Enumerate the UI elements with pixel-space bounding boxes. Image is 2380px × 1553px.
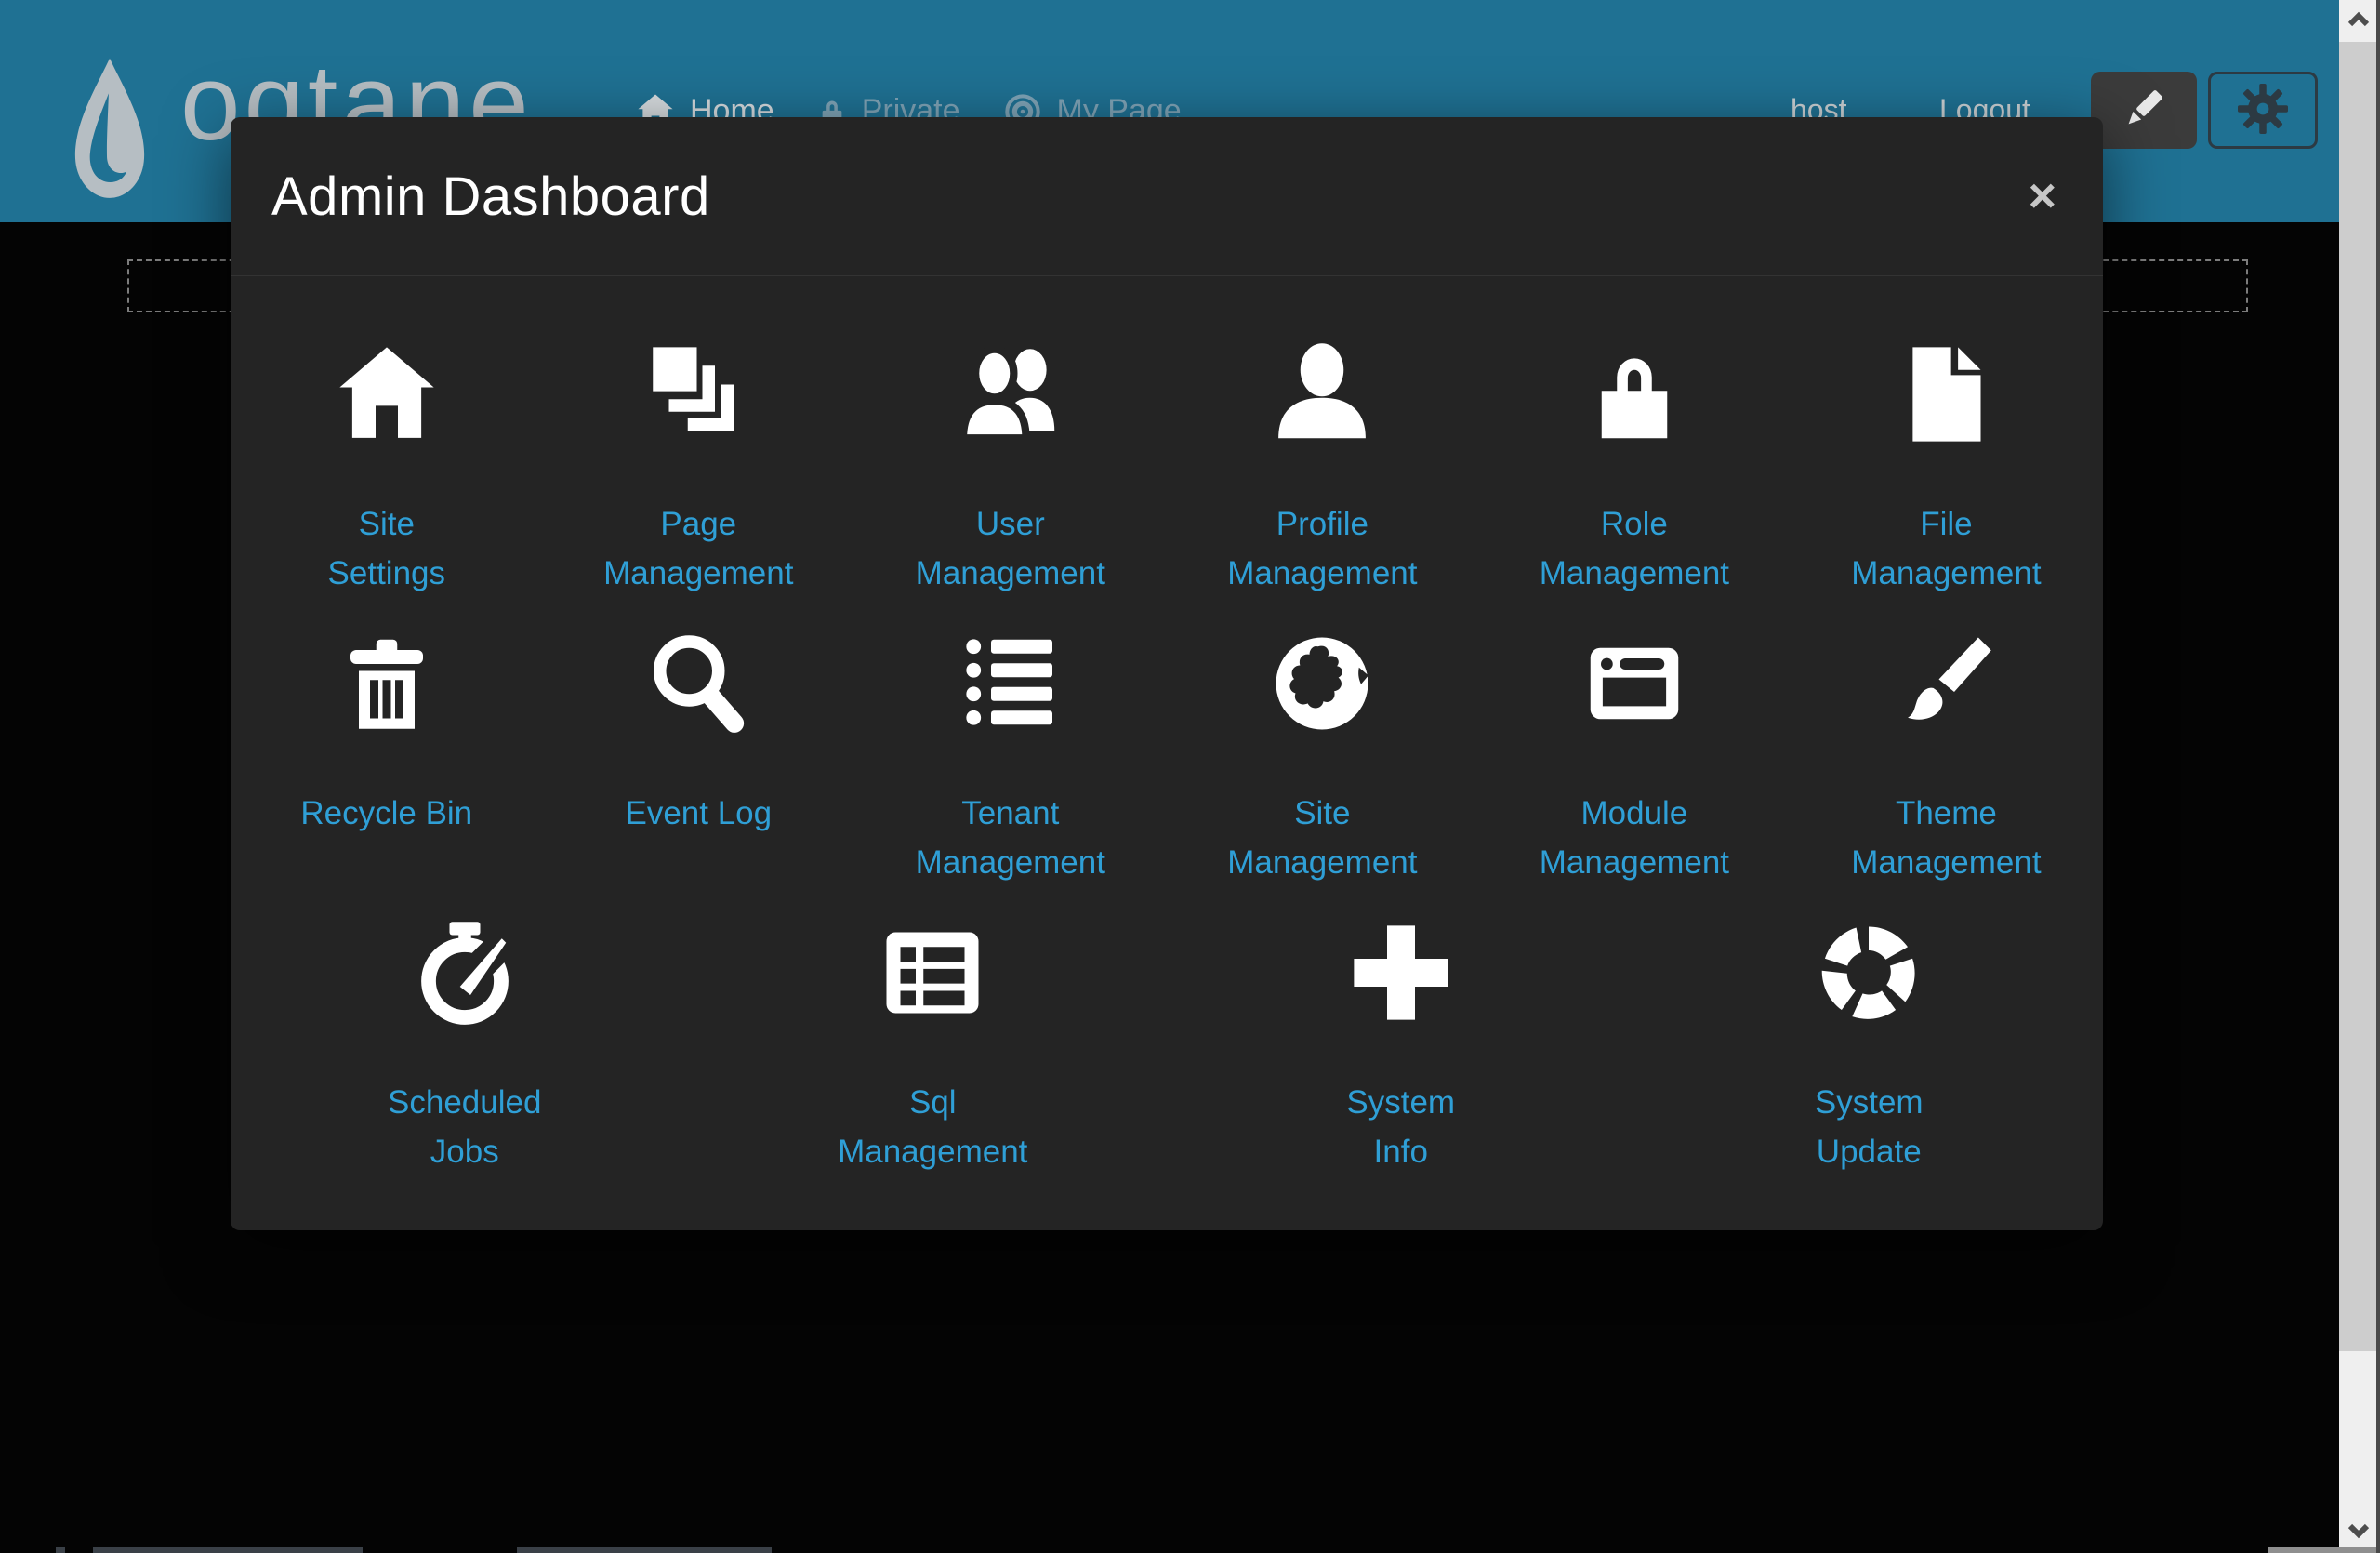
- magnifying-glass-icon: [642, 614, 754, 753]
- edit-mode-button[interactable]: [2091, 72, 2197, 149]
- lock-icon: [1579, 325, 1690, 464]
- admin-tile-label: ScheduledJobs: [388, 1078, 541, 1176]
- layers-icon: [642, 325, 754, 464]
- medical-cross-icon: [1345, 903, 1457, 1042]
- admin-tile-grid: SiteSettings PageManagement UserManageme…: [231, 276, 2103, 1192]
- admin-tile-label: SystemUpdate: [1815, 1078, 1924, 1176]
- settings-button[interactable]: [2208, 72, 2318, 149]
- admin-tile-role-management[interactable]: RoleManagement: [1478, 325, 1791, 614]
- scrollbar[interactable]: [2339, 0, 2378, 1553]
- aperture-icon: [1813, 903, 1924, 1042]
- admin-tile-label: RoleManagement: [1540, 499, 1729, 598]
- admin-tile-module-management[interactable]: ModuleManagement: [1478, 614, 1791, 903]
- scroll-up-button[interactable]: [2339, 0, 2378, 42]
- spreadsheet-icon: [877, 903, 988, 1042]
- modal-title: Admin Dashboard: [271, 166, 710, 228]
- admin-tile-file-management[interactable]: FileManagement: [1791, 325, 2103, 614]
- person-icon: [1266, 325, 1378, 464]
- clipped-text-artifact: [56, 1547, 65, 1553]
- admin-tile-theme-management[interactable]: ThemeManagement: [1791, 614, 2103, 903]
- modal-header: Admin Dashboard ×: [231, 117, 2103, 276]
- brush-icon: [1890, 614, 2002, 753]
- droplet-icon: [67, 56, 152, 216]
- chevron-up-icon: [2343, 6, 2374, 36]
- admin-tile-label: UserManagement: [916, 499, 1105, 598]
- admin-tile-sql-management[interactable]: SqlManagement: [699, 903, 1168, 1192]
- pencil-icon: [2117, 82, 2171, 139]
- admin-tile-system-info[interactable]: SystemInfo: [1167, 903, 1635, 1192]
- admin-tile-event-log[interactable]: Event Log: [543, 614, 855, 903]
- timer-icon: [409, 903, 521, 1042]
- admin-tile-profile-management[interactable]: ProfileManagement: [1167, 325, 1479, 614]
- gear-icon: [2235, 81, 2291, 139]
- admin-tile-label: ProfileManagement: [1227, 499, 1417, 598]
- admin-tile-label: SiteManagement: [1227, 789, 1417, 887]
- admin-tile-user-management[interactable]: UserManagement: [854, 325, 1167, 614]
- close-icon[interactable]: ×: [2023, 172, 2062, 220]
- browser-icon: [1579, 614, 1690, 753]
- list-icon: [955, 614, 1066, 753]
- admin-tile-label: TenantManagement: [916, 789, 1105, 887]
- admin-dashboard-modal: Admin Dashboard × SiteSettings PageManag…: [231, 117, 2103, 1230]
- admin-tile-label: FileManagement: [1851, 499, 2041, 598]
- admin-tile-tenant-management[interactable]: TenantManagement: [854, 614, 1167, 903]
- window-bottom-edge: [2268, 1547, 2380, 1553]
- admin-tile-label: Event Log: [625, 789, 772, 838]
- scrollbar-thumb[interactable]: [2339, 42, 2378, 1351]
- app-window: oqtane Home Private: [0, 0, 2380, 1553]
- admin-tile-label: ThemeManagement: [1851, 789, 2041, 887]
- globe-icon: [1266, 614, 1378, 753]
- admin-tile-label: SystemInfo: [1346, 1078, 1455, 1176]
- clipped-text-artifact: [93, 1547, 363, 1553]
- file-icon: [1890, 325, 2002, 464]
- trash-icon: [331, 614, 443, 753]
- admin-tile-label: SiteSettings: [328, 499, 445, 598]
- clipped-text-artifact: [517, 1547, 772, 1553]
- admin-tile-label: PageManagement: [603, 499, 793, 598]
- admin-tile-label: ModuleManagement: [1540, 789, 1729, 887]
- admin-tile-scheduled-jobs[interactable]: ScheduledJobs: [231, 903, 699, 1192]
- admin-tile-label: Recycle Bin: [300, 789, 472, 838]
- admin-tile-page-management[interactable]: PageManagement: [543, 325, 855, 614]
- admin-tile-recycle-bin[interactable]: Recycle Bin: [231, 614, 543, 903]
- admin-tile-site-management[interactable]: SiteManagement: [1167, 614, 1479, 903]
- people-icon: [955, 325, 1066, 464]
- home-icon: [331, 325, 443, 464]
- admin-tile-system-update[interactable]: SystemUpdate: [1635, 903, 2104, 1192]
- admin-tile-label: SqlManagement: [838, 1078, 1027, 1176]
- chevron-down-icon: [2343, 1517, 2374, 1547]
- window-right-edge: [2376, 0, 2380, 1553]
- admin-tile-site-settings[interactable]: SiteSettings: [231, 325, 543, 614]
